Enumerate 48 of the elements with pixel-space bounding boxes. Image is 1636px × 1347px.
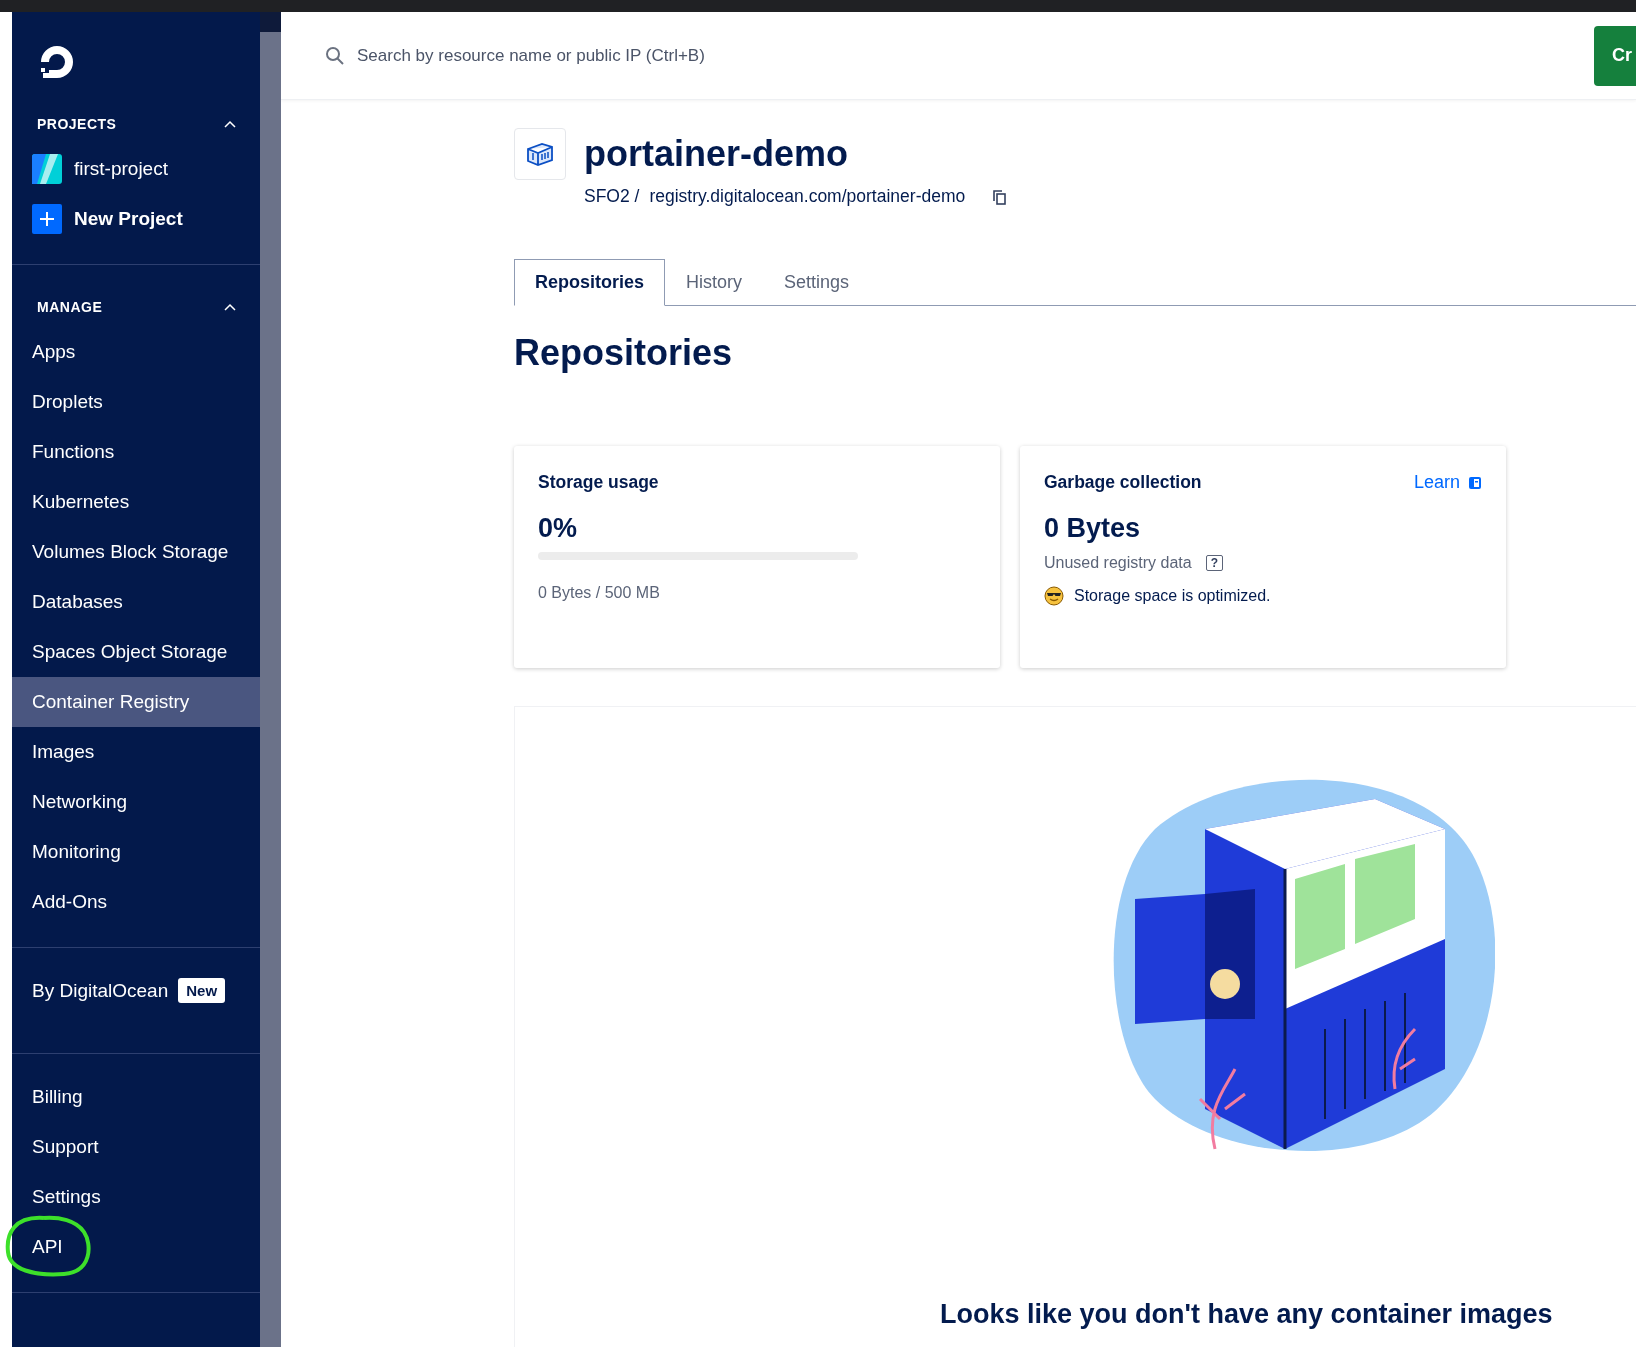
sidebar-item[interactable]: Monitoring [12, 827, 260, 877]
chevron-icon[interactable] [224, 303, 236, 311]
garbage-caption: Unused registry data [1044, 554, 1192, 572]
card-title: Garbage collection [1044, 472, 1203, 493]
empty-state-message: Looks like you don't have any container images [940, 1299, 1553, 1330]
chevron-icon[interactable] [224, 120, 236, 128]
sidebar-item[interactable]: Add-Ons [12, 877, 260, 927]
sidebar-item[interactable]: Kubernetes [12, 477, 260, 527]
sidebar-item[interactable]: API [12, 1222, 260, 1272]
sidebar-item[interactable]: Functions [12, 427, 260, 477]
sidebar-item[interactable]: Volumes Block Storage [12, 527, 260, 577]
section-heading: Repositories [514, 332, 734, 374]
learn-link[interactable]: Learn [1413, 472, 1460, 493]
create-button[interactable]: Cr [1594, 25, 1636, 86]
sidebar-item[interactable]: Networking [12, 777, 260, 827]
sidebar-item[interactable]: Databases [12, 577, 260, 627]
sidebar-item[interactable]: Spaces Object Storage [12, 627, 260, 677]
tab[interactable]: Repositories [514, 259, 666, 306]
usage-detail: 0 Bytes / 500 MB [538, 584, 661, 602]
sidebar-item[interactable]: By DigitalOcean [32, 979, 169, 1002]
usage-value: 0% [538, 513, 579, 544]
sidebar-item[interactable]: Support [12, 1122, 260, 1172]
project-link[interactable]: first-project [12, 144, 260, 194]
tab[interactable]: History [665, 259, 764, 306]
section-title: PROJECTS [37, 116, 117, 132]
garbage-value: 0 Bytes [1044, 513, 1142, 544]
region-label: SFO2 / [584, 186, 640, 207]
sidebar-item[interactable]: Apps [12, 327, 260, 377]
section-title: MANAGE [37, 299, 103, 315]
sidebar-item[interactable]: Container Registry [12, 677, 260, 727]
sidebar-item[interactable]: Billing [12, 1072, 260, 1122]
registry-title: portainer-demo [584, 133, 849, 175]
sidebar-item[interactable]: Images [12, 727, 260, 777]
project-icon [32, 154, 62, 184]
plus-icon [32, 204, 62, 234]
registry-url: registry.digitalocean.com/portainer-demo [649, 186, 966, 207]
project-link[interactable]: New Project [12, 194, 260, 244]
sidebar-item[interactable]: Settings [12, 1172, 260, 1222]
help-button[interactable]: ? [1205, 555, 1223, 571]
container-icon [514, 128, 566, 180]
new-badge: New [178, 978, 226, 1003]
status-text: Storage space is optimized. [1074, 587, 1271, 605]
sidebar-item[interactable]: Droplets [12, 377, 260, 427]
search-icon [325, 45, 345, 66]
card-title: Storage usage [538, 472, 660, 493]
tab[interactable]: Settings [763, 259, 871, 306]
sunglasses-face-icon [1044, 586, 1064, 606]
book-icon [1468, 475, 1482, 490]
